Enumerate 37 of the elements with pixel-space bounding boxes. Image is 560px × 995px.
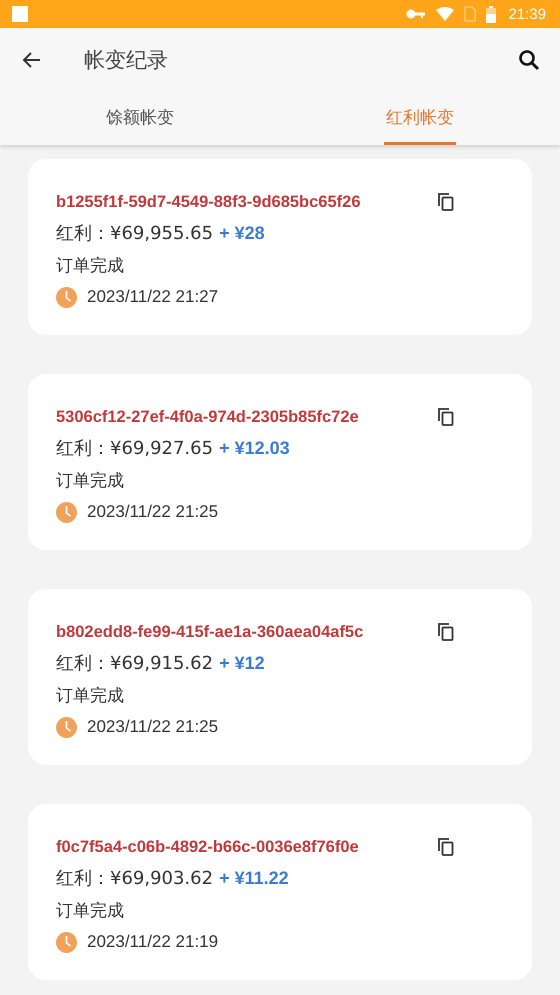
- order-status: 订单完成: [56, 254, 124, 276]
- order-id: b802edd8-fe99-415f-ae1a-360aea04af5c: [56, 622, 364, 642]
- order-id: b1255f1f-59d7-4549-88f3-9d685bc65f26: [56, 192, 361, 212]
- record-time: 2023/11/22 21:25: [87, 717, 218, 737]
- battery-icon: [486, 6, 496, 22]
- bonus-balance: 红利：¥69,903.62: [56, 867, 214, 890]
- order-id: 5306cf12-27ef-4f0a-974d-2305b85fc72e: [56, 408, 359, 426]
- copy-button[interactable]: [438, 408, 454, 426]
- status-time: 21:39: [508, 6, 546, 22]
- key-icon: [406, 8, 426, 20]
- record-time: 2023/11/22 21:25: [87, 502, 218, 522]
- search-button[interactable]: [518, 49, 540, 71]
- bonus-change: + ¥12: [219, 652, 265, 674]
- wifi-icon: [436, 7, 454, 21]
- tab[interactable]: 馀额帐变: [0, 92, 280, 145]
- sim-icon: [464, 6, 476, 22]
- order-status: 订单完成: [56, 470, 124, 492]
- clock-icon: [56, 286, 77, 308]
- order-id: f0c7f5a4-c06b-4892-b66c-0036e8f76f0e: [56, 838, 359, 856]
- record-time: 2023/11/22 21:19: [87, 932, 218, 952]
- record-time: 2023/11/22 21:27: [87, 287, 218, 307]
- clock-icon: [56, 716, 77, 738]
- order-status: 订单完成: [56, 900, 124, 922]
- copy-button[interactable]: [438, 623, 454, 641]
- bonus-balance: 红利：¥69,915.62: [56, 652, 214, 675]
- bonus-change: + ¥28: [219, 222, 265, 244]
- order-status: 订单完成: [56, 684, 124, 706]
- bonus-change: + ¥11.22: [219, 868, 289, 888]
- bonus-balance: 红利：¥69,927.65: [56, 437, 214, 460]
- page-title: 帐变纪录: [84, 47, 169, 74]
- clock-icon: [56, 932, 77, 952]
- copy-button[interactable]: [438, 838, 454, 856]
- copy-button[interactable]: [438, 193, 454, 211]
- bonus-balance: 红利：¥69,955.65: [56, 222, 214, 245]
- bonus-change: + ¥12.03: [219, 438, 290, 458]
- notification-icon: [12, 6, 28, 22]
- clock-icon: [56, 502, 77, 522]
